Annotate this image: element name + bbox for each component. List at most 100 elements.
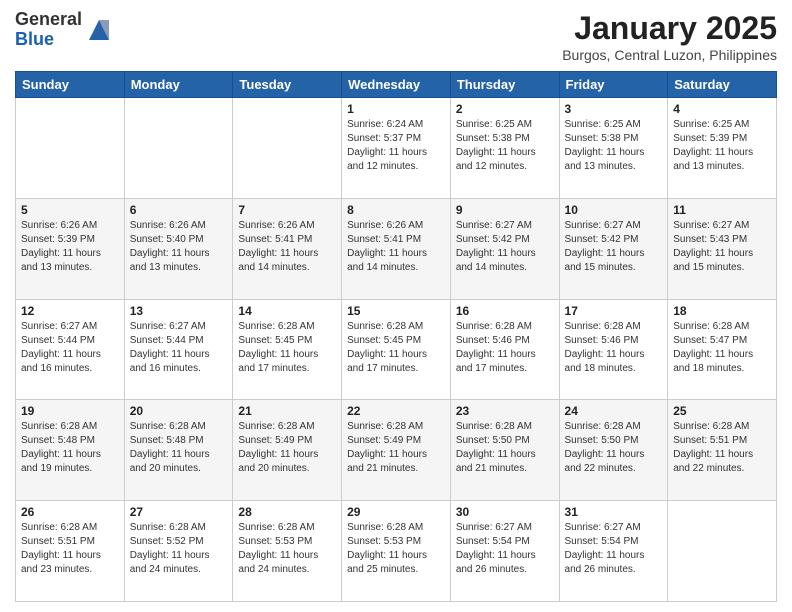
day-number: 7 xyxy=(238,203,336,217)
day-number: 28 xyxy=(238,505,336,519)
day-number: 23 xyxy=(456,404,554,418)
calendar-week-row: 12 Sunrise: 6:27 AM Sunset: 5:44 PM Dayli… xyxy=(16,299,777,400)
day-info: Sunrise: 6:26 AM Sunset: 5:41 PM Dayligh… xyxy=(238,219,336,275)
day-number: 21 xyxy=(238,404,336,418)
day-of-week-header: Tuesday xyxy=(233,72,342,98)
calendar-cell: 12 Sunrise: 6:27 AM Sunset: 5:44 PM Dayli… xyxy=(16,299,125,400)
calendar-cell: 24Sunrise: 6:28 AM Sunset: 5:50 PM Dayli… xyxy=(559,400,668,501)
day-number: 5 xyxy=(21,203,119,217)
day-of-week-header: Sunday xyxy=(16,72,125,98)
day-number: 11 xyxy=(673,203,771,217)
day-of-week-header: Saturday xyxy=(668,72,777,98)
header: General Blue January 2025 Burgos, Centra… xyxy=(15,10,777,63)
day-info: Sunrise: 6:28 AM Sunset: 5:50 PM Dayligh… xyxy=(456,420,554,476)
calendar-cell: 14Sunrise: 6:28 AM Sunset: 5:45 PM Dayli… xyxy=(233,299,342,400)
calendar-week-row: 26Sunrise: 6:28 AM Sunset: 5:51 PM Dayli… xyxy=(16,501,777,602)
day-number: 14 xyxy=(238,304,336,318)
day-info: Sunrise: 6:27 AM Sunset: 5:42 PM Dayligh… xyxy=(565,219,663,275)
calendar-cell: 29Sunrise: 6:28 AM Sunset: 5:53 PM Dayli… xyxy=(342,501,451,602)
day-of-week-header: Wednesday xyxy=(342,72,451,98)
day-number: 6 xyxy=(130,203,228,217)
day-info: Sunrise: 6:27 AM Sunset: 5:54 PM Dayligh… xyxy=(565,521,663,577)
calendar-cell: 18 Sunrise: 6:28 AM Sunset: 5:47 PM Dayli… xyxy=(668,299,777,400)
calendar-week-row: 5Sunrise: 6:26 AM Sunset: 5:39 PM Daylig… xyxy=(16,198,777,299)
calendar-cell: 16 Sunrise: 6:28 AM Sunset: 5:46 PM Dayli… xyxy=(450,299,559,400)
calendar-week-row: 19 Sunrise: 6:28 AM Sunset: 5:48 PM Dayli… xyxy=(16,400,777,501)
calendar-cell: 19 Sunrise: 6:28 AM Sunset: 5:48 PM Dayli… xyxy=(16,400,125,501)
day-info: Sunrise: 6:27 AM Sunset: 5:44 PM Dayligh… xyxy=(21,320,119,376)
day-number: 13 xyxy=(130,304,228,318)
calendar-cell xyxy=(668,501,777,602)
day-number: 12 xyxy=(21,304,119,318)
day-info: Sunrise: 6:27 AM Sunset: 5:54 PM Dayligh… xyxy=(456,521,554,577)
day-info: Sunrise: 6:28 AM Sunset: 5:49 PM Dayligh… xyxy=(347,420,445,476)
day-number: 4 xyxy=(673,102,771,116)
logo-general: General xyxy=(15,10,82,30)
day-info: Sunrise: 6:25 AM Sunset: 5:39 PM Dayligh… xyxy=(673,118,771,174)
day-info: Sunrise: 6:28 AM Sunset: 5:51 PM Dayligh… xyxy=(673,420,771,476)
calendar-week-row: 1Sunrise: 6:24 AM Sunset: 5:37 PM Daylig… xyxy=(16,98,777,199)
day-info: Sunrise: 6:25 AM Sunset: 5:38 PM Dayligh… xyxy=(565,118,663,174)
calendar-cell: 2Sunrise: 6:25 AM Sunset: 5:38 PM Daylig… xyxy=(450,98,559,199)
day-info: Sunrise: 6:28 AM Sunset: 5:45 PM Dayligh… xyxy=(347,320,445,376)
day-info: Sunrise: 6:26 AM Sunset: 5:41 PM Dayligh… xyxy=(347,219,445,275)
day-number: 19 xyxy=(21,404,119,418)
calendar-cell: 4 Sunrise: 6:25 AM Sunset: 5:39 PM Daylig… xyxy=(668,98,777,199)
title-block: January 2025 Burgos, Central Luzon, Phil… xyxy=(562,10,777,63)
calendar-cell: 17Sunrise: 6:28 AM Sunset: 5:46 PM Dayli… xyxy=(559,299,668,400)
calendar-cell: 25Sunrise: 6:28 AM Sunset: 5:51 PM Dayli… xyxy=(668,400,777,501)
day-info: Sunrise: 6:27 AM Sunset: 5:42 PM Dayligh… xyxy=(456,219,554,275)
calendar-cell: 6 Sunrise: 6:26 AM Sunset: 5:40 PM Daylig… xyxy=(124,198,233,299)
calendar-cell: 9 Sunrise: 6:27 AM Sunset: 5:42 PM Daylig… xyxy=(450,198,559,299)
day-info: Sunrise: 6:28 AM Sunset: 5:47 PM Dayligh… xyxy=(673,320,771,376)
day-of-week-header: Monday xyxy=(124,72,233,98)
calendar-cell: 26Sunrise: 6:28 AM Sunset: 5:51 PM Dayli… xyxy=(16,501,125,602)
day-number: 18 xyxy=(673,304,771,318)
calendar-cell xyxy=(16,98,125,199)
calendar-table: SundayMondayTuesdayWednesdayThursdayFrid… xyxy=(15,71,777,602)
day-info: Sunrise: 6:26 AM Sunset: 5:40 PM Dayligh… xyxy=(130,219,228,275)
day-info: Sunrise: 6:24 AM Sunset: 5:37 PM Dayligh… xyxy=(347,118,445,174)
day-number: 10 xyxy=(565,203,663,217)
calendar-cell: 10 Sunrise: 6:27 AM Sunset: 5:42 PM Dayli… xyxy=(559,198,668,299)
calendar-cell: 8 Sunrise: 6:26 AM Sunset: 5:41 PM Daylig… xyxy=(342,198,451,299)
logo-icon xyxy=(85,16,113,44)
day-info: Sunrise: 6:28 AM Sunset: 5:46 PM Dayligh… xyxy=(565,320,663,376)
day-number: 29 xyxy=(347,505,445,519)
day-number: 27 xyxy=(130,505,228,519)
day-number: 3 xyxy=(565,102,663,116)
calendar-cell: 22 Sunrise: 6:28 AM Sunset: 5:49 PM Dayli… xyxy=(342,400,451,501)
calendar-cell: 20Sunrise: 6:28 AM Sunset: 5:48 PM Dayli… xyxy=(124,400,233,501)
day-info: Sunrise: 6:28 AM Sunset: 5:52 PM Dayligh… xyxy=(130,521,228,577)
calendar-cell: 13 Sunrise: 6:27 AM Sunset: 5:44 PM Dayli… xyxy=(124,299,233,400)
calendar-cell: 21Sunrise: 6:28 AM Sunset: 5:49 PM Dayli… xyxy=(233,400,342,501)
day-number: 20 xyxy=(130,404,228,418)
calendar-header-row: SundayMondayTuesdayWednesdayThursdayFrid… xyxy=(16,72,777,98)
day-number: 24 xyxy=(565,404,663,418)
logo-blue: Blue xyxy=(15,30,82,50)
day-number: 8 xyxy=(347,203,445,217)
day-number: 31 xyxy=(565,505,663,519)
calendar-cell xyxy=(124,98,233,199)
calendar-cell: 11 Sunrise: 6:27 AM Sunset: 5:43 PM Dayli… xyxy=(668,198,777,299)
calendar-cell: 31 Sunrise: 6:27 AM Sunset: 5:54 PM Dayli… xyxy=(559,501,668,602)
day-info: Sunrise: 6:28 AM Sunset: 5:48 PM Dayligh… xyxy=(21,420,119,476)
day-number: 26 xyxy=(21,505,119,519)
calendar-cell: 30Sunrise: 6:27 AM Sunset: 5:54 PM Dayli… xyxy=(450,501,559,602)
calendar-cell: 3 Sunrise: 6:25 AM Sunset: 5:38 PM Daylig… xyxy=(559,98,668,199)
day-number: 15 xyxy=(347,304,445,318)
day-number: 16 xyxy=(456,304,554,318)
location-subtitle: Burgos, Central Luzon, Philippines xyxy=(562,47,777,63)
calendar-cell: 27 Sunrise: 6:28 AM Sunset: 5:52 PM Dayli… xyxy=(124,501,233,602)
day-number: 2 xyxy=(456,102,554,116)
day-info: Sunrise: 6:27 AM Sunset: 5:43 PM Dayligh… xyxy=(673,219,771,275)
calendar-cell xyxy=(233,98,342,199)
day-number: 9 xyxy=(456,203,554,217)
day-info: Sunrise: 6:28 AM Sunset: 5:46 PM Dayligh… xyxy=(456,320,554,376)
day-info: Sunrise: 6:28 AM Sunset: 5:53 PM Dayligh… xyxy=(238,521,336,577)
day-info: Sunrise: 6:27 AM Sunset: 5:44 PM Dayligh… xyxy=(130,320,228,376)
day-number: 22 xyxy=(347,404,445,418)
month-title: January 2025 xyxy=(562,10,777,47)
page: General Blue January 2025 Burgos, Centra… xyxy=(0,0,792,612)
day-of-week-header: Thursday xyxy=(450,72,559,98)
